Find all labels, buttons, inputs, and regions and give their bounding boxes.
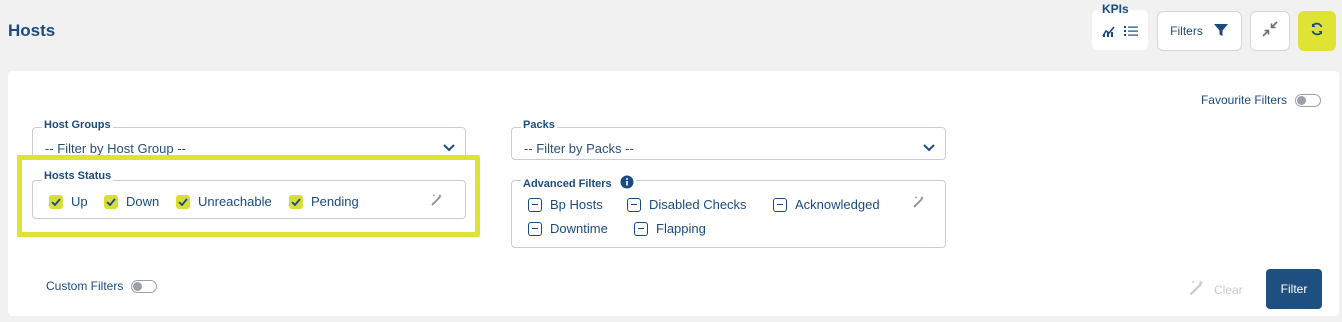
host-group-value: -- Filter by Host Group -- <box>45 141 186 156</box>
collapse-button[interactable] <box>1250 11 1290 51</box>
advanced-filters-label: Advanced Filters <box>523 177 612 190</box>
kpis-label: KPIs <box>1102 2 1129 16</box>
host-groups-label: Host Groups <box>42 119 113 131</box>
adv-disabled-checks-checkbox[interactable]: Disabled Checks <box>627 197 747 212</box>
adv-bp-hosts-label: Bp Hosts <box>550 197 603 212</box>
favourite-filters-toggle[interactable] <box>1295 93 1321 107</box>
funnel-icon <box>1213 22 1229 41</box>
custom-filters[interactable]: Custom Filters <box>46 279 158 293</box>
clear-label: Clear <box>1214 282 1243 297</box>
adv-downtime-checkbox[interactable]: Downtime <box>528 221 608 236</box>
minus-icon <box>773 197 787 212</box>
info-icon[interactable] <box>620 175 634 192</box>
adv-disabled-checks-label: Disabled Checks <box>649 197 747 212</box>
refresh-button[interactable] <box>1298 11 1336 51</box>
custom-filters-toggle[interactable] <box>131 279 158 293</box>
kpis-panel[interactable]: KPIs <box>1092 2 1148 50</box>
favourite-filters-label: Favourite Filters <box>1200 93 1287 107</box>
filters-button[interactable]: Filters <box>1157 11 1242 51</box>
collapse-icon <box>1261 20 1279 43</box>
favourite-filters[interactable]: Favourite Filters <box>1201 93 1321 107</box>
minus-icon <box>627 197 641 212</box>
packs-select[interactable]: -- Filter by Packs -- <box>511 127 946 160</box>
list-icon[interactable] <box>1124 24 1138 42</box>
page-title: Hosts <box>8 21 56 40</box>
packs-label: Packs <box>521 119 557 131</box>
adv-flapping-checkbox[interactable]: Flapping <box>634 221 706 236</box>
adv-acknowledged-label: Acknowledged <box>795 197 880 212</box>
minus-icon <box>634 221 648 236</box>
filters-button-label: Filters <box>1170 24 1203 38</box>
magic-wand-icon <box>1188 279 1206 300</box>
refresh-icon <box>1310 22 1324 41</box>
minus-icon <box>528 197 542 212</box>
clear-button[interactable]: Clear <box>1188 279 1243 300</box>
adv-downtime-label: Downtime <box>550 221 608 236</box>
adv-bp-hosts-checkbox[interactable]: Bp Hosts <box>528 197 603 212</box>
magic-wand-icon[interactable] <box>912 195 926 214</box>
packs-value: -- Filter by Packs -- <box>524 141 634 156</box>
minus-icon <box>528 221 542 236</box>
chevron-down-icon <box>923 139 935 157</box>
filter-button[interactable]: Filter <box>1266 269 1322 309</box>
advanced-filters-heading: Advanced Filters <box>521 175 636 192</box>
hosts-status-highlight <box>17 155 480 237</box>
custom-filters-label: Custom Filters <box>46 279 124 293</box>
adv-acknowledged-checkbox[interactable]: Acknowledged <box>773 197 880 212</box>
adv-flapping-label: Flapping <box>656 221 706 236</box>
chart-icon[interactable] <box>1102 24 1116 42</box>
